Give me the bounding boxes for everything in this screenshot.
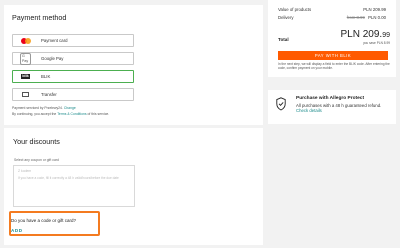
payment-option-label: Google Pay	[41, 56, 64, 61]
payment-option-google-pay[interactable]: G Pay Google Pay	[12, 52, 134, 65]
value-row: Value of products PLN 209.99	[278, 7, 386, 12]
savings-text: you save PLN 8.99	[363, 41, 390, 45]
discounts-subtitle: Select any coupon or gift card	[14, 158, 59, 162]
allegro-protect-card: Purchase with Allegro Protect All purcha…	[268, 90, 396, 124]
delivery-amount: PLN 0.00	[368, 15, 386, 20]
value-amount: PLN 209.99	[363, 7, 386, 12]
payment-method-title: Payment method	[12, 13, 67, 22]
payment-option-blik[interactable]: blik BLIK	[12, 70, 134, 83]
discount-code-field[interactable]: Z kodem If you have a code, fill it corr…	[13, 165, 135, 207]
delivery-label: Delivery	[278, 15, 294, 20]
check-details-link[interactable]: Check details	[296, 108, 322, 113]
pay-with-blik-button[interactable]: PAY WITH BLIK	[278, 51, 388, 60]
discount-code-label: Z kodem	[18, 169, 32, 173]
discounts-card: Your discounts Select any coupon or gift…	[4, 128, 263, 245]
blik-note: In the next step, we will display a fiel…	[278, 62, 390, 71]
google-pay-icon: G Pay	[20, 52, 31, 65]
gift-card-question: Do you have a code or gift card?	[11, 218, 77, 223]
delivery-row: Delivery from 8.99 PLN 0.00	[278, 15, 386, 20]
mastercard-icon	[20, 37, 31, 44]
change-provider-link[interactable]: Change	[64, 106, 76, 110]
value-label: Value of products	[278, 7, 312, 12]
protect-title: Purchase with Allegro Protect	[296, 96, 365, 101]
discount-code-placeholder: If you have a code, fill it correctly a …	[18, 176, 119, 180]
add-code-button[interactable]: ADD	[11, 228, 23, 233]
terms-link[interactable]: Terms & Conditions	[57, 112, 86, 116]
bank-transfer-icon	[20, 92, 31, 98]
delivery-old-price: from 8.99	[346, 15, 365, 20]
total-label: Total	[278, 37, 289, 42]
payment-option-label: BLIK	[41, 74, 51, 79]
total-amount: PLN 209.99	[340, 29, 391, 40]
payment-option-transfer[interactable]: Transfer	[12, 88, 134, 101]
payment-option-label: Payment card	[41, 38, 68, 43]
shield-icon	[276, 97, 286, 111]
order-summary-card: Value of products PLN 209.99 Delivery fr…	[268, 0, 396, 77]
payment-method-card: Payment method Payment card G Pay Google…	[4, 5, 263, 125]
terms-text: By continuing, you accept the Terms & Co…	[12, 112, 110, 116]
payment-option-label: Transfer	[41, 92, 57, 97]
payment-option-card[interactable]: Payment card	[12, 34, 134, 47]
serviced-by-text: Payment serviced by Przelewy24. Change	[12, 106, 76, 110]
blik-icon: blik	[21, 74, 30, 79]
discounts-title: Your discounts	[13, 137, 60, 146]
protect-text: All purchases with a 48 h guaranteed ref…	[296, 103, 382, 114]
